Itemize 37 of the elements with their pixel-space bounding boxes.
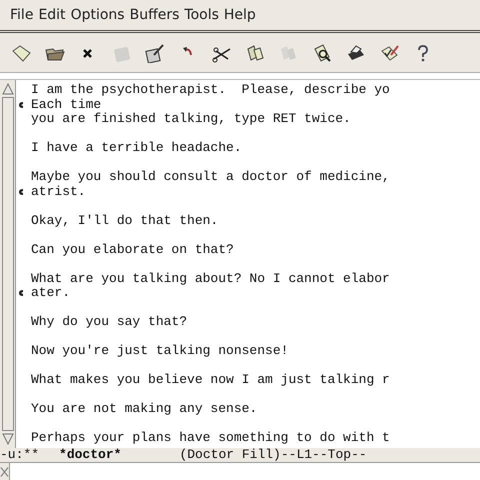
menu-item[interactable]: Edit	[38, 7, 66, 23]
text-line: atrist.	[31, 184, 86, 198]
page-icon[interactable]	[10, 42, 32, 62]
buffer-name: *doctor*	[59, 448, 122, 462]
scroll-down-arrow-icon[interactable]	[2, 433, 14, 445]
text-line: Now you're just talking nonsense!	[31, 343, 288, 358]
text-line: What makes you believe now I am just talking r	[31, 372, 390, 387]
text-line: ater.	[31, 285, 70, 300]
text-line: Okay, I'll do that then.	[31, 212, 218, 228]
scroll-up-arrow-icon[interactable]	[2, 83, 14, 95]
text-line: Maybe you should consult a doctor of medicine,	[31, 169, 390, 184]
wrap-arrow-icon	[18, 100, 24, 109]
menu-item[interactable]: File	[10, 7, 34, 23]
x-icon	[0, 466, 9, 478]
text-line: I am the psychotherapist. Please, describe yo	[31, 82, 390, 97]
text-line: Each time	[31, 96, 102, 112]
text-line: Why do you say that?	[31, 314, 188, 329]
magnifier-icon[interactable]	[312, 42, 334, 62]
menu-item[interactable]: Help	[224, 7, 256, 23]
menu-item[interactable]: Buffers	[130, 7, 180, 23]
text-line: Can you elaborate on that?	[31, 242, 234, 256]
text-line: What are you talking about? No I cannot elabor	[31, 270, 390, 286]
mode-info: (Doctor Fill)--L1--Top--	[179, 448, 367, 462]
menu-item[interactable]: Options	[70, 7, 125, 23]
text-line: Perhaps your plans have something to do with t	[31, 430, 390, 445]
disk-pencil-icon[interactable]	[144, 42, 166, 62]
printer-icon[interactable]	[345, 42, 367, 62]
status-flags: -u:**	[0, 448, 40, 462]
text-line: you are finished talking, type RET twice.	[31, 111, 351, 126]
wrap-arrow-icon	[18, 188, 24, 196]
text-line: You are not making any sense.	[31, 401, 258, 416]
text-line: I have a terrible headache.	[31, 140, 242, 155]
scrollbar[interactable]	[0, 80, 16, 448]
checklist-pencil-icon[interactable]	[378, 42, 400, 62]
pages-icon[interactable]	[244, 42, 266, 62]
menu-item[interactable]: Tools	[184, 7, 219, 23]
wrap-arrow-icon	[18, 289, 24, 298]
